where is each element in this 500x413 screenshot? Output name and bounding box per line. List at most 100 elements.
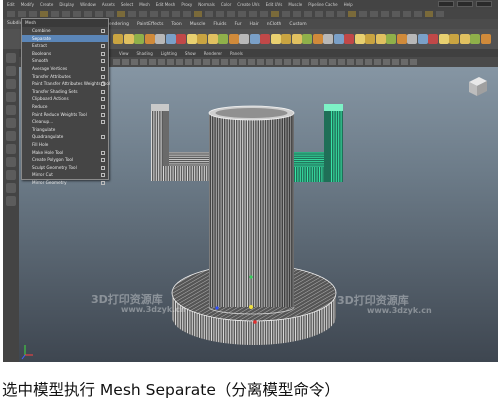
shelf-tool-icon[interactable] xyxy=(438,34,449,44)
shelf-tool-icon[interactable] xyxy=(218,34,228,44)
option-box-icon[interactable] xyxy=(101,89,105,94)
status-icon[interactable] xyxy=(392,11,400,17)
shelf-tool-icon[interactable] xyxy=(144,34,155,44)
status-icon[interactable] xyxy=(370,11,378,17)
tool-button[interactable] xyxy=(6,92,16,102)
shelf-tool-icon[interactable] xyxy=(186,34,197,44)
shelf-tool-icon[interactable] xyxy=(176,34,186,44)
shelf-tool-icon[interactable] xyxy=(417,34,428,44)
shelf-tab[interactable]: Muscle xyxy=(190,22,206,27)
menu-item[interactable]: Make Hole Tool xyxy=(22,149,108,157)
shelf-tool-icon[interactable] xyxy=(197,34,207,44)
menubar-item[interactable]: Edit UVs xyxy=(266,2,283,7)
tool-button[interactable] xyxy=(6,183,16,193)
option-box-icon[interactable] xyxy=(101,59,105,64)
shelf-tool-icon[interactable] xyxy=(365,34,375,44)
menubar-item[interactable]: Create xyxy=(40,2,53,7)
menu-item[interactable]: Paint Transfer Attributes Weights Tool xyxy=(22,80,110,88)
shelf-tool-icon[interactable] xyxy=(291,34,302,44)
option-box-icon[interactable] xyxy=(101,150,105,155)
shelf-tool-icon[interactable] xyxy=(239,34,249,44)
shelf-tool-icon[interactable] xyxy=(449,34,459,44)
menubar-item[interactable]: Muscle xyxy=(288,2,302,7)
status-icon[interactable] xyxy=(150,11,158,17)
option-box-icon[interactable] xyxy=(101,74,105,79)
menubar-item[interactable]: Help xyxy=(344,2,353,7)
status-icon[interactable] xyxy=(227,11,235,17)
tool-button[interactable] xyxy=(6,79,16,89)
status-icon[interactable] xyxy=(359,11,367,17)
menu-item[interactable]: Smooth xyxy=(22,57,108,65)
status-icon[interactable] xyxy=(117,11,125,17)
shelf-tool-icon[interactable] xyxy=(228,34,239,44)
shelf-tool-icon[interactable] xyxy=(312,34,323,44)
status-icon[interactable] xyxy=(326,11,334,17)
menu-item[interactable]: Mirror Cut xyxy=(22,171,108,179)
tool-button[interactable] xyxy=(6,196,16,206)
option-box-icon[interactable] xyxy=(101,97,105,102)
status-icon[interactable] xyxy=(73,11,81,17)
option-box-icon[interactable] xyxy=(101,173,105,178)
status-icon[interactable] xyxy=(282,11,290,17)
shelf-tool-icon[interactable] xyxy=(344,34,354,44)
tool-button[interactable] xyxy=(6,105,16,115)
status-icon[interactable] xyxy=(29,11,37,17)
status-icon[interactable] xyxy=(436,11,444,17)
status-icon[interactable] xyxy=(62,11,70,17)
status-icon[interactable] xyxy=(106,11,114,17)
option-box-icon[interactable] xyxy=(101,29,105,33)
menu-item[interactable]: Transfer Shading Sets xyxy=(22,88,108,96)
shelf-tab[interactable]: Fluids xyxy=(213,22,226,27)
right-arm-selected[interactable] xyxy=(294,104,343,182)
menubar-item[interactable]: Assets xyxy=(102,2,115,7)
menu-item[interactable]: Fill Hole xyxy=(22,141,108,149)
shelf-tool-icon[interactable] xyxy=(270,34,281,44)
main-cylinder[interactable] xyxy=(208,105,295,315)
menu-item[interactable]: Average Vertices xyxy=(22,65,108,73)
shelf-tool-icon[interactable] xyxy=(302,34,312,44)
input-field[interactable] xyxy=(457,1,473,7)
shelf-tool-icon[interactable] xyxy=(260,34,270,44)
option-box-icon[interactable] xyxy=(101,120,105,125)
menu-item[interactable]: Reduce xyxy=(22,103,108,111)
option-box-icon[interactable] xyxy=(101,82,105,87)
status-icon[interactable] xyxy=(271,11,279,17)
status-icon[interactable] xyxy=(425,11,433,17)
menubar-item[interactable]: Edit xyxy=(7,2,15,7)
viewcube-icon[interactable] xyxy=(469,77,487,96)
tool-button[interactable] xyxy=(6,144,16,154)
status-icon[interactable] xyxy=(315,11,323,17)
tool-button[interactable] xyxy=(6,118,16,128)
status-icon[interactable] xyxy=(18,11,26,17)
menu-item[interactable]: Separate xyxy=(22,34,108,43)
option-box-icon[interactable] xyxy=(101,165,105,170)
menu-item[interactable]: Cleanup... xyxy=(22,118,108,126)
tool-button[interactable] xyxy=(6,157,16,167)
status-icon[interactable] xyxy=(381,11,389,17)
shelf-tab[interactable]: Fur xyxy=(235,22,242,27)
status-icon[interactable] xyxy=(337,11,345,17)
status-icon[interactable] xyxy=(51,11,59,17)
status-icon[interactable] xyxy=(194,11,202,17)
tool-button[interactable] xyxy=(6,170,16,180)
shelf-tool-icon[interactable] xyxy=(134,34,144,44)
option-box-icon[interactable] xyxy=(101,180,105,185)
option-box-icon[interactable] xyxy=(101,44,105,49)
menu-item[interactable]: Extract xyxy=(22,42,108,50)
shelf-tool-icon[interactable] xyxy=(470,34,480,44)
shelf-tool-icon[interactable] xyxy=(428,34,438,44)
option-box-icon[interactable] xyxy=(101,66,105,71)
status-icon[interactable] xyxy=(183,11,191,17)
status-icon[interactable] xyxy=(414,11,422,17)
tool-button[interactable] xyxy=(6,53,16,63)
status-icon[interactable] xyxy=(304,11,312,17)
left-arm[interactable] xyxy=(151,104,211,181)
status-icon[interactable] xyxy=(128,11,136,17)
shelf-tool-icon[interactable] xyxy=(375,34,386,44)
option-box-icon[interactable] xyxy=(101,104,105,109)
menu-item[interactable]: Paint Reduce Weights Tool xyxy=(22,111,108,119)
status-icon[interactable] xyxy=(40,11,48,17)
menu-item[interactable]: Clipboard Actions xyxy=(22,95,108,103)
shelf-tool-icon[interactable] xyxy=(480,34,491,44)
shelf-tab[interactable]: nCloth xyxy=(267,22,282,27)
